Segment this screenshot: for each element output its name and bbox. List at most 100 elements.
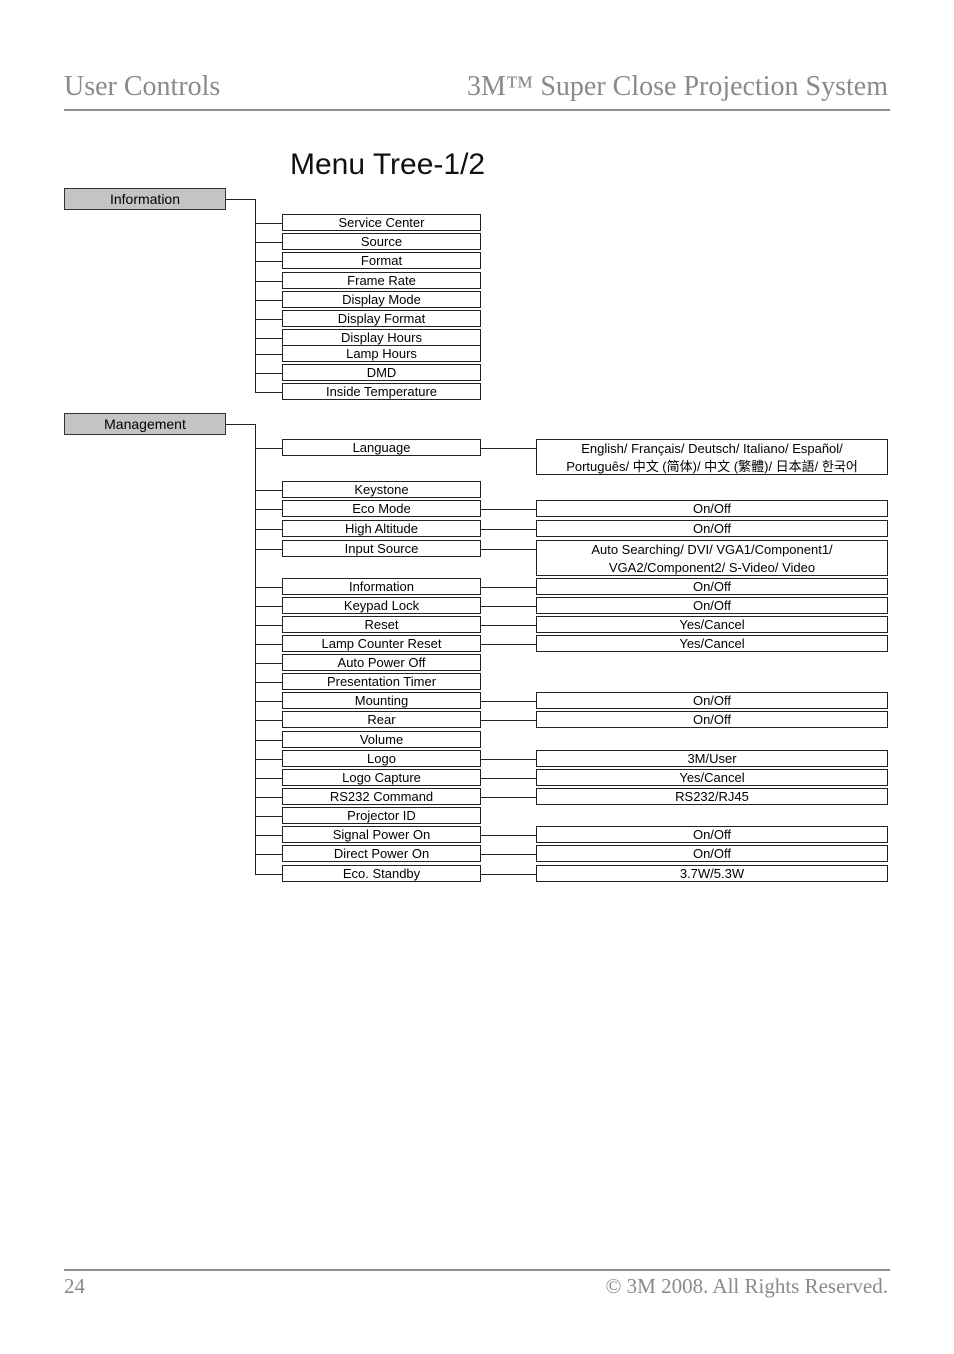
menu-item[interactable]: Keystone (282, 481, 481, 498)
connector-line (226, 199, 255, 200)
branch-line (255, 835, 282, 836)
menu-item[interactable]: Logo Capture (282, 769, 481, 786)
menu-item-options[interactable]: On/Off (536, 500, 888, 517)
menu-item[interactable]: Lamp Counter Reset (282, 635, 481, 652)
option-connector (481, 448, 536, 449)
menu-item[interactable]: Input Source (282, 540, 481, 557)
menu-item[interactable]: Presentation Timer (282, 673, 481, 690)
menu-item-options[interactable]: On/Off (536, 845, 888, 862)
menu-item-options[interactable]: On/Off (536, 520, 888, 537)
branch-line (255, 373, 282, 374)
option-connector (481, 797, 536, 798)
menu-item[interactable]: Eco. Standby (282, 865, 481, 882)
menu-item[interactable]: High Altitude (282, 520, 481, 537)
menu-item[interactable]: Frame Rate (282, 272, 481, 289)
branch-line (255, 281, 282, 282)
menu-item[interactable]: Projector ID (282, 807, 481, 824)
trunk-line (255, 424, 256, 874)
page-title: Menu Tree-1/2 (290, 148, 486, 181)
menu-item-options[interactable]: Yes/Cancel (536, 616, 888, 633)
menu-item[interactable]: RS232 Command (282, 788, 481, 805)
option-connector (481, 874, 536, 875)
copyright: © 3M 2008. All Rights Reserved. (605, 1274, 888, 1298)
menu-item[interactable]: Mounting (282, 692, 481, 709)
branch-line (255, 549, 282, 550)
branch-line (255, 529, 282, 530)
menu-item-options[interactable]: RS232/RJ45 (536, 788, 888, 805)
branch-line (255, 338, 282, 339)
menu-item-options[interactable]: On/Off (536, 597, 888, 614)
branch-line (255, 448, 282, 449)
option-connector (481, 625, 536, 626)
menu-item-options[interactable]: 3M/User (536, 750, 888, 767)
branch-line (255, 490, 282, 491)
menu-item[interactable]: Source (282, 233, 481, 250)
menu-item[interactable]: Direct Power On (282, 845, 481, 862)
branch-line (255, 300, 282, 301)
option-connector (481, 701, 536, 702)
branch-line (255, 797, 282, 798)
branch-line (255, 587, 282, 588)
menu-item[interactable]: Information (282, 578, 481, 595)
section-header: User Controls (64, 71, 221, 102)
trunk-line (255, 199, 256, 392)
option-connector (481, 509, 536, 510)
branch-line (255, 778, 282, 779)
menu-item-options[interactable]: Yes/Cancel (536, 769, 888, 786)
option-connector (481, 835, 536, 836)
branch-line (255, 509, 282, 510)
menu-item-options[interactable]: English/ Français/ Deutsch/ Italiano/ Es… (536, 439, 888, 475)
branch-line (255, 319, 282, 320)
menu-item-options[interactable]: On/Off (536, 692, 888, 709)
menu-item[interactable]: Keypad Lock (282, 597, 481, 614)
branch-line (255, 740, 282, 741)
branch-line (255, 759, 282, 760)
menu-category[interactable]: Information (64, 188, 226, 210)
menu-item[interactable]: Eco Mode (282, 500, 481, 517)
menu-item[interactable]: Display Mode (282, 291, 481, 308)
menu-item-options[interactable]: On/Off (536, 711, 888, 728)
branch-line (255, 354, 282, 355)
menu-item[interactable]: Display Format (282, 310, 481, 327)
branch-line (255, 223, 282, 224)
menu-item[interactable]: Display Hours (282, 329, 481, 346)
branch-line (255, 682, 282, 683)
menu-item[interactable]: Rear (282, 711, 481, 728)
branch-line (255, 625, 282, 626)
connector-line (226, 424, 255, 425)
branch-line (255, 663, 282, 664)
footer-divider (64, 1269, 890, 1271)
option-connector (481, 644, 536, 645)
branch-line (255, 816, 282, 817)
menu-item[interactable]: Inside Temperature (282, 383, 481, 400)
menu-item-options[interactable]: Yes/Cancel (536, 635, 888, 652)
menu-item[interactable]: Auto Power Off (282, 654, 481, 671)
product-header: 3M™ Super Close Projection System (467, 71, 888, 102)
menu-item[interactable]: Lamp Hours (282, 345, 481, 362)
menu-item[interactable]: Signal Power On (282, 826, 481, 843)
menu-item-options[interactable]: On/Off (536, 578, 888, 595)
branch-line (255, 392, 282, 393)
option-connector (481, 720, 536, 721)
branch-line (255, 874, 282, 875)
menu-item[interactable]: Logo (282, 750, 481, 767)
menu-item[interactable]: Format (282, 252, 481, 269)
header-divider (64, 109, 890, 111)
menu-item-options[interactable]: Auto Searching/ DVI/ VGA1/Component1/ VG… (536, 540, 888, 576)
menu-item-options[interactable]: 3.7W/5.3W (536, 865, 888, 882)
branch-line (255, 854, 282, 855)
menu-item[interactable]: Language (282, 439, 481, 456)
branch-line (255, 701, 282, 702)
branch-line (255, 242, 282, 243)
menu-category[interactable]: Management (64, 413, 226, 435)
option-connector (481, 587, 536, 588)
menu-item[interactable]: DMD (282, 364, 481, 381)
option-connector (481, 529, 536, 530)
menu-item[interactable]: Volume (282, 731, 481, 748)
menu-item[interactable]: Service Center (282, 214, 481, 231)
option-connector (481, 549, 536, 550)
option-connector (481, 759, 536, 760)
option-connector (481, 606, 536, 607)
menu-item[interactable]: Reset (282, 616, 481, 633)
menu-item-options[interactable]: On/Off (536, 826, 888, 843)
